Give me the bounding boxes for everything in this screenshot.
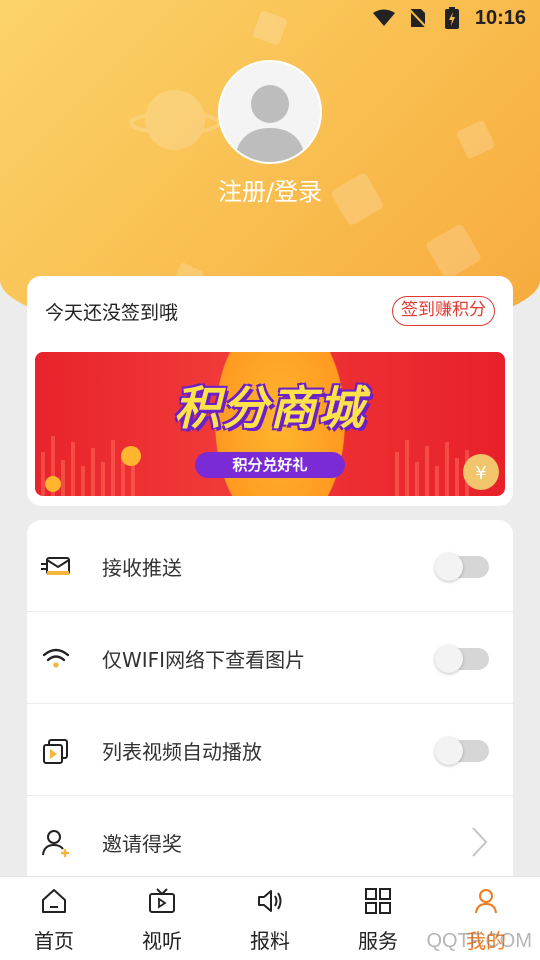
grid-icon <box>365 888 391 914</box>
ticket-decoration <box>455 118 499 162</box>
setting-row-invite[interactable]: 邀请得奖 <box>27 796 513 888</box>
toggle-knob <box>435 645 463 673</box>
wifi-icon <box>42 648 70 668</box>
speaker-icon <box>258 890 282 912</box>
tab-media[interactable]: 视听 <box>108 877 216 960</box>
wifi-images-toggle[interactable] <box>435 645 489 673</box>
envelope-icon <box>41 557 70 575</box>
user-silhouette-icon <box>234 85 306 162</box>
setting-row-autoplay[interactable]: 列表视频自动播放 <box>27 704 513 796</box>
video-icon <box>43 739 68 764</box>
checkin-earn-button[interactable]: 签到赚积分 <box>392 296 495 326</box>
push-toggle[interactable] <box>435 553 489 581</box>
home-icon <box>42 889 66 913</box>
invite-user-icon <box>42 830 69 857</box>
login-link[interactable]: 注册/登录 <box>0 172 540 207</box>
clock: 10:16 <box>474 6 526 29</box>
tab-label: 视听 <box>142 929 182 953</box>
autoplay-toggle[interactable] <box>435 737 489 765</box>
signal-icon <box>372 7 395 29</box>
tab-label: 报料 <box>250 929 290 953</box>
no-sim-icon <box>407 7 429 29</box>
tv-icon <box>149 888 175 913</box>
setting-label: 仅WIFI网络下查看图片 <box>102 648 306 672</box>
chevron-right-icon[interactable] <box>469 826 489 858</box>
setting-label: 邀请得奖 <box>102 832 182 856</box>
points-mall-banner[interactable]: ¥ 积分商城 积分兑好礼 <box>35 352 505 496</box>
setting-row-wifi-images[interactable]: 仅WIFI网络下查看图片 <box>27 612 513 704</box>
banner-subtitle: 积分兑好礼 <box>195 452 345 478</box>
tab-label: 首页 <box>34 929 74 953</box>
setting-label: 列表视频自动播放 <box>102 740 262 764</box>
user-icon <box>475 889 497 914</box>
banner-title: 积分商城 <box>174 381 366 435</box>
checkin-card: 今天还没签到哦 签到赚积分 ¥ 积分商城 积分兑好礼 <box>27 276 513 506</box>
watermark: QQTF.COM <box>426 930 532 952</box>
toggle-knob <box>435 553 463 581</box>
setting-label: 接收推送 <box>102 556 182 580</box>
avatar[interactable] <box>218 60 322 164</box>
battery-charging-icon <box>441 7 463 29</box>
svg-text:¥: ¥ <box>475 463 486 484</box>
setting-row-push[interactable]: 接收推送 <box>27 520 513 612</box>
tab-home[interactable]: 首页 <box>0 877 108 960</box>
settings-list: 接收推送 仅WIFI网络下查看图片 列表视频自动播放 邀请得奖 <box>27 520 513 900</box>
checkin-message: 今天还没签到哦 <box>45 302 179 324</box>
tab-report[interactable]: 报料 <box>216 877 324 960</box>
toggle-knob <box>435 737 463 765</box>
tab-services[interactable]: 服务 <box>324 877 432 960</box>
status-bar: 10:16 <box>0 0 540 36</box>
tab-label: 服务 <box>358 929 398 953</box>
ticket-decoration <box>425 222 485 282</box>
planet-decoration <box>130 75 220 165</box>
